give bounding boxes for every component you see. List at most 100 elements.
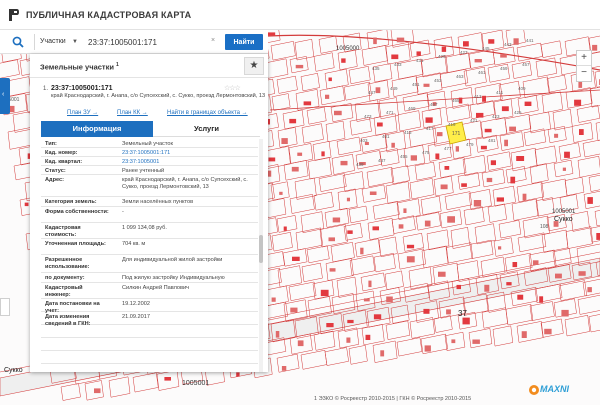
building [268, 157, 276, 162]
info-row-value: Под жилую застройку Индивидуальную [122, 275, 225, 281]
info-row: Кадастровая стоимость: 1 099 134,08 руб. [41, 223, 258, 239]
info-table: Тип: Земельный участок Кад. номер: 23:37:10… [41, 139, 258, 372]
info-row-value: Земельный участок [122, 141, 173, 147]
info-row-value[interactable]: 23:37:1005001:171 [122, 150, 256, 157]
parcel-number: 435 [372, 66, 380, 71]
search-input[interactable] [84, 35, 222, 49]
building [271, 297, 276, 302]
parcel-number: 443 [504, 42, 512, 47]
info-row-key: Кадастровая стоимость: [45, 225, 81, 238]
parcel-number: 449 [390, 86, 398, 91]
info-row-value: край Краснодарский, г. Анапа, с/о Супсех… [122, 177, 248, 190]
building [516, 156, 525, 161]
info-row-value[interactable]: 23:37:1005001 [122, 159, 256, 166]
map-label-quarter-right: 1005001 [552, 209, 576, 215]
app-header: ПУБЛИЧНАЯ КАДАСТРОВАЯ КАРТА [0, 0, 600, 30]
parcel-number: 403 [360, 138, 368, 143]
rosreestr-logo-icon [9, 9, 19, 21]
building [290, 307, 298, 313]
info-row-value: Ранее учтенный [122, 168, 165, 174]
building [596, 233, 600, 240]
building [480, 145, 487, 150]
parcel-number: 439 [356, 162, 364, 167]
scrollbar-thumb[interactable] [259, 235, 263, 263]
building [436, 132, 443, 137]
building [446, 309, 451, 315]
building [473, 200, 482, 207]
building [291, 166, 299, 172]
clear-icon[interactable]: × [211, 37, 215, 44]
building [377, 122, 383, 127]
building [410, 155, 417, 161]
info-row-key: Адрес: [45, 177, 65, 183]
panel-scrollbar[interactable] [259, 139, 263, 372]
parcel-number: 463 [456, 74, 464, 79]
building [236, 372, 240, 377]
building [455, 146, 459, 152]
building [281, 138, 288, 144]
watermark-text: MAXNI [540, 384, 569, 394]
building [24, 202, 29, 207]
parcel-number: 431 [416, 58, 424, 63]
building [462, 317, 470, 325]
building [372, 226, 379, 231]
tab-services[interactable]: Услуги [153, 121, 260, 137]
building [482, 95, 486, 102]
info-row: Кадастровый инженер: Силкин Андрей Павлов… [41, 283, 258, 299]
building [578, 271, 586, 276]
building [391, 54, 399, 60]
building [341, 58, 346, 63]
building [346, 197, 350, 202]
tab-information[interactable]: Информация [41, 121, 153, 137]
building [517, 294, 524, 300]
building [283, 226, 287, 231]
info-row-value: 19.12.2002 [122, 301, 150, 307]
parcel-number: 459 [500, 66, 508, 71]
building [522, 193, 527, 201]
search-type-label: Участки [40, 38, 66, 45]
search-icon[interactable] [12, 36, 24, 48]
panel-collapse-tab[interactable]: ‹ [0, 78, 10, 114]
building [544, 328, 552, 335]
building [334, 110, 342, 116]
parcel-number: 461 [478, 70, 486, 75]
result-cad-number[interactable]: 23:37:1005001:171 [51, 85, 113, 92]
parcel-number: 429 [438, 54, 446, 59]
result-index: 1. [43, 86, 49, 92]
building [555, 273, 562, 279]
zoom-out-button[interactable]: − [577, 66, 591, 81]
side-tool-button[interactable] [0, 298, 10, 316]
parcel-number: 465 [452, 98, 460, 103]
building [440, 184, 448, 190]
building [403, 208, 407, 213]
parcel-number: 425 [514, 110, 522, 115]
info-row: Форма собственности: - [41, 207, 258, 223]
building [484, 284, 490, 292]
search-type-select[interactable]: Участки ▼ [36, 35, 82, 49]
zoom-control: + − [576, 50, 592, 82]
find-in-bounds-link[interactable]: Найти в границах объекта → [167, 110, 248, 116]
info-row-key: Статус: [45, 168, 66, 174]
rating-stars-icon[interactable]: ☆☆☆ [224, 84, 241, 92]
plan-zu-link[interactable]: План ЗУ → [67, 110, 98, 116]
parcel-number: 447 [368, 90, 376, 95]
find-button[interactable]: Найти [225, 34, 263, 50]
building [447, 216, 455, 223]
building [303, 101, 312, 106]
info-row-value: 704 кв. м [122, 241, 146, 247]
building [321, 151, 325, 157]
zoom-in-button[interactable]: + [577, 51, 591, 66]
plan-kk-link[interactable]: План КК → [117, 110, 148, 116]
map-label-village-bottom-left: Сукко [4, 367, 23, 374]
building [532, 260, 539, 265]
parcel-number: 413 [474, 94, 482, 99]
parcel-number: 437 [378, 158, 386, 163]
building [579, 129, 584, 135]
building [365, 334, 371, 340]
building [279, 191, 283, 195]
parcel-number: 481 [488, 138, 496, 143]
favorites-button[interactable]: ★ [244, 57, 264, 75]
building [476, 112, 484, 118]
building [451, 339, 456, 344]
info-row: Разрешенное использование: Для индивидуал… [41, 255, 258, 273]
